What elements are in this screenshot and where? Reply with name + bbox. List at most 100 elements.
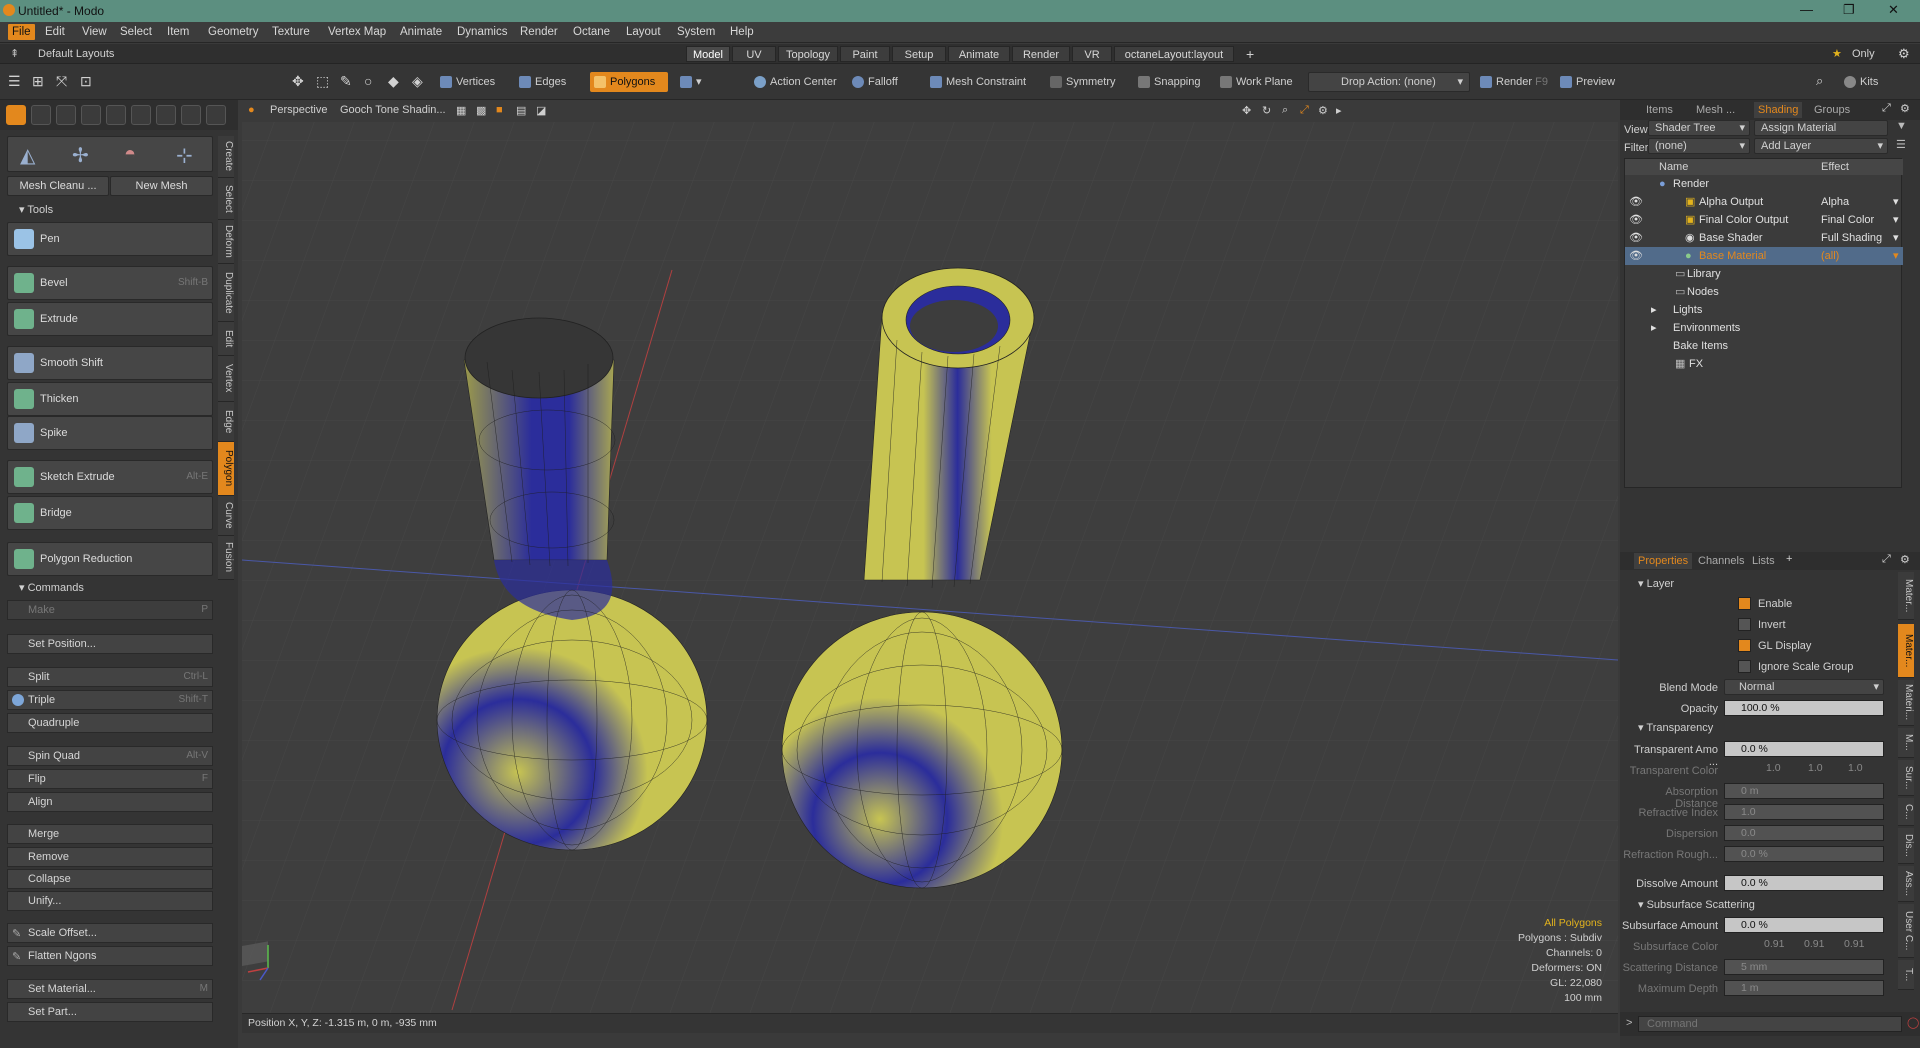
zoom-view-icon[interactable]: ⌕ — [1282, 104, 1288, 117]
zoom-tool-icon[interactable] — [181, 105, 201, 125]
tab-items[interactable]: Items — [1646, 102, 1673, 118]
vtab-edit[interactable]: Edit — [218, 322, 234, 356]
menu-item[interactable]: Item — [167, 26, 189, 38]
falloff-button[interactable]: Falloff — [848, 72, 898, 92]
tools-section-header[interactable]: ▾ Tools — [7, 202, 213, 218]
flatten-ngons-button[interactable]: ✎ Flatten Ngons — [7, 946, 213, 966]
transparent-color-field[interactable]: 1.0 1.0 1.0 — [1724, 762, 1884, 778]
side-tab-user-channels[interactable]: User C... — [1898, 904, 1914, 958]
cone-primitive-icon[interactable]: ◭ — [20, 143, 35, 168]
tree-row-bake-items[interactable]: Bake Items — [1625, 337, 1903, 355]
search-icon[interactable]: ⌕ — [1816, 73, 1823, 89]
side-tab-material-1[interactable]: Mater... — [1898, 572, 1914, 620]
tree-row-final-color-output[interactable]: 👁 ▣ Final Color Output Final Color ▾ — [1625, 211, 1903, 229]
menu-animate[interactable]: Animate — [400, 26, 442, 38]
polygon-tool-icon[interactable] — [6, 105, 26, 125]
refraction-roughness-field[interactable]: 0.0 % — [1724, 846, 1884, 862]
tab-render[interactable]: Render — [1012, 46, 1070, 62]
maximize-icon[interactable]: ❐ — [1843, 2, 1855, 18]
dispersion-field[interactable]: 0.0 — [1724, 825, 1884, 841]
select-tool-icon[interactable]: ✥ — [292, 73, 304, 90]
pen-tool-button[interactable]: Pen — [7, 222, 213, 256]
paint-select-icon[interactable]: ✎ — [340, 73, 352, 90]
set-part-button[interactable]: Set Part... — [7, 1002, 213, 1022]
side-tab-material-2[interactable]: Mater... — [1898, 624, 1914, 678]
mode-dropdown[interactable]: ▾ — [676, 72, 716, 92]
menu-help[interactable]: Help — [730, 26, 754, 38]
add-layer-select[interactable]: Add Layer ▾ — [1754, 138, 1888, 154]
align-button[interactable]: Align — [7, 792, 213, 812]
menu-texture[interactable]: Texture — [272, 26, 310, 38]
mesh-cleanup-button[interactable]: Mesh Cleanu ... — [7, 176, 109, 196]
sss-amount-field[interactable]: 0.0 % — [1724, 917, 1884, 933]
quadruple-button[interactable]: Quadruple — [7, 713, 213, 733]
panel-expand-icon[interactable]: ⤢ — [1882, 102, 1891, 115]
tree-row-environments[interactable]: ▸ Environments — [1625, 319, 1903, 337]
tab-octane-layout[interactable]: octaneLayout:layout — [1114, 46, 1234, 62]
wireframe-icon[interactable]: ▦ — [456, 104, 466, 117]
tab-properties[interactable]: Properties — [1634, 553, 1693, 569]
menu-system[interactable]: System — [677, 26, 715, 38]
camera-icon[interactable]: ◪ — [536, 104, 546, 117]
work-plane-button[interactable]: Work Plane — [1216, 72, 1293, 92]
vtab-vertex[interactable]: Vertex — [218, 356, 234, 402]
tab-groups[interactable]: Groups — [1814, 102, 1850, 118]
lasso-icon[interactable]: ⬚ — [316, 73, 329, 90]
menu-vertex-map[interactable]: Vertex Map — [328, 26, 386, 38]
sketch-extrude-tool-button[interactable]: Sketch Extrude Alt-E — [7, 460, 213, 494]
view-select[interactable]: Shader Tree ▾ — [1648, 120, 1750, 136]
grid-icon[interactable]: ⊞ — [32, 73, 44, 90]
shading-dropdown[interactable]: Gooch Tone Shadin... — [340, 104, 446, 116]
tab-mesh[interactable]: Mesh ... — [1696, 102, 1735, 118]
tab-uv[interactable]: UV — [732, 46, 776, 62]
vtab-duplicate[interactable]: Duplicate — [218, 264, 234, 322]
set-position-button[interactable]: Set Position... — [7, 634, 213, 654]
lights-icon[interactable]: ▤ — [516, 104, 526, 117]
viewport-expand-icon[interactable]: ▸ — [1336, 104, 1342, 117]
vertices-mode-button[interactable]: Vertices — [436, 72, 495, 92]
col-name[interactable]: Name — [1659, 159, 1688, 175]
transform-icon[interactable]: ⤧ — [56, 73, 67, 90]
vtab-edge[interactable]: Edge — [218, 402, 234, 442]
minimize-icon[interactable]: — — [1800, 2, 1813, 17]
menu-dynamics[interactable]: Dynamics — [457, 26, 507, 38]
pivot-primitive-icon[interactable]: ⊹ — [176, 143, 193, 168]
close-icon[interactable]: ✕ — [1888, 2, 1899, 18]
grid-tool-icon[interactable] — [31, 105, 51, 125]
3d-viewport[interactable]: All Polygons Polygons : Subdiv Channels:… — [242, 100, 1618, 1030]
add-tab-icon[interactable]: + — [1246, 46, 1254, 62]
layouts-icon[interactable]: ⇞ — [10, 47, 19, 60]
vtab-fusion[interactable]: Fusion — [218, 536, 234, 580]
side-tab-m[interactable]: M... — [1898, 728, 1914, 758]
gl-display-checkbox[interactable] — [1738, 639, 1751, 652]
snapping-button[interactable]: Snapping — [1134, 72, 1201, 92]
circle-select-icon[interactable]: ○ — [364, 73, 372, 89]
tab-animate[interactable]: Animate — [948, 46, 1010, 62]
action-center-button[interactable]: Action Center — [750, 72, 837, 92]
menu-layout[interactable]: Layout — [626, 26, 661, 38]
tab-channels[interactable]: Channels — [1698, 553, 1744, 569]
triple-button[interactable]: Triple Shift-T — [7, 690, 213, 710]
col-effect[interactable]: Effect — [1821, 159, 1849, 175]
spike-tool-button[interactable]: Spike — [7, 416, 213, 450]
symmetry-button[interactable]: Symmetry — [1046, 72, 1116, 92]
mesh-constraint-button[interactable]: Mesh Constraint — [926, 72, 1026, 92]
bridge-tool-button[interactable]: Bridge — [7, 496, 213, 530]
vtab-select[interactable]: Select — [218, 178, 234, 220]
tree-row-base-material[interactable]: 👁 ● Base Material (all) ▾ — [1625, 247, 1903, 265]
curve-tool-icon[interactable] — [81, 105, 101, 125]
filter-icon[interactable]: ▼ — [1896, 120, 1907, 132]
command-input[interactable] — [1638, 1016, 1902, 1032]
crop-tool-icon[interactable] — [56, 105, 76, 125]
stamp-tool-icon[interactable] — [156, 105, 176, 125]
menu-icon[interactable]: ☰ — [8, 73, 21, 90]
polygons-mode-button[interactable]: Polygons — [590, 72, 668, 92]
axis-primitive-icon[interactable]: ✢ — [72, 143, 89, 168]
layer-section-header[interactable]: ▾ Layer — [1626, 576, 1674, 592]
vtab-curve[interactable]: Curve — [218, 496, 234, 536]
vtab-create[interactable]: Create — [218, 136, 234, 178]
invert-checkbox[interactable] — [1738, 618, 1751, 631]
default-layouts-label[interactable]: Default Layouts — [38, 48, 114, 60]
enable-checkbox[interactable] — [1738, 597, 1751, 610]
tab-paint[interactable]: Paint — [840, 46, 890, 62]
